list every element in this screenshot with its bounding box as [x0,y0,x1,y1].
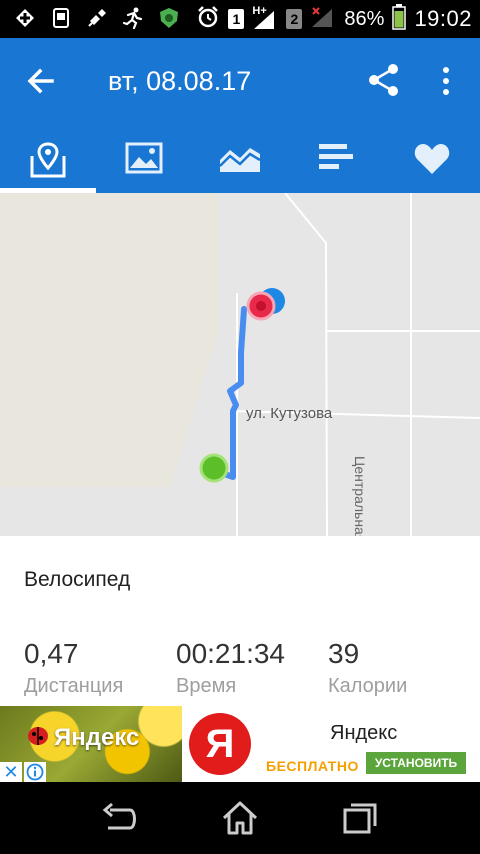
sim1-badge: 1 [228,9,245,29]
distance-label: Дистанция [24,675,124,697]
back-button[interactable] [24,64,58,98]
start-marker [199,453,229,483]
battery-icon [392,3,407,35]
ad-info-icon[interactable] [24,762,46,782]
runner-icon [122,7,144,29]
stat-distance: 0,47 Дистанция [24,636,123,698]
page-title: вт, 08.08.17 [108,66,252,96]
stat-time: 00:21:34 Время [176,636,285,698]
clipboard-icon [50,7,72,29]
nav-back-button[interactable] [100,800,140,836]
sim2-badge: 2 [286,9,303,29]
route-line [213,306,247,480]
time-value: 00:21:34 [176,638,285,669]
ad-install-button[interactable]: УСТАНОВИТЬ [366,752,466,774]
ad-banner[interactable]: Яндекс Я Яндекс БЕСПЛАТНО УСТАНОВИТЬ ✕ [0,706,480,782]
alarm-icon [196,5,220,34]
recents-icon [343,803,377,834]
ladybug-icon [26,724,50,751]
more-options-button[interactable] [434,64,458,98]
calories-value: 39 [328,638,360,669]
yandex-logo[interactable]: Я [182,706,258,782]
stat-calories: 39 Калории [328,636,407,698]
yandex-logo-letter: Я [189,713,251,775]
more-vertical-icon [443,67,449,95]
tab-photos[interactable] [96,136,192,193]
tab-bar [0,136,480,193]
park-area [0,193,218,487]
system-nav-bar [0,782,480,854]
ad-close-icon[interactable]: ✕ [0,762,22,782]
activity-type: Велосипед [24,568,131,591]
distance-value: 0,47 [24,638,79,669]
share-icon [369,64,398,96]
battery-percent: 86% [344,7,385,30]
tab-laps[interactable] [288,136,384,193]
route-map[interactable]: ул. Кутузова Центральная ул. [0,193,480,536]
heart-icon [414,144,450,174]
app-bar: вт, 08.08.17 [0,38,480,193]
satellite-icon [86,7,108,29]
signal-off-icon [310,5,336,34]
nav-home-button[interactable] [220,800,260,836]
share-button[interactable] [366,62,402,98]
shield-icon [158,7,180,29]
time-label: Время [176,675,237,697]
ad-free-label: БЕСПЛАТНО [266,758,359,774]
nav-recents-button[interactable] [340,800,380,836]
home-icon [222,801,258,835]
clock: 19:02 [414,6,472,31]
network-type: H+ [252,5,267,17]
ad-title: Яндекс [330,722,398,744]
image-icon [125,142,163,174]
status-bar: 1 H+ 2 86% 19:02 [0,0,480,38]
add-icon [14,7,36,29]
signal-icon: H+ [252,5,278,31]
chart-icon [219,148,261,172]
back-nav-icon [102,802,136,830]
calories-label: Калории [328,675,408,697]
tab-map[interactable] [0,136,96,193]
tab-heart-rate[interactable] [384,136,480,193]
map-icon [30,142,66,178]
ad-image-text: Яндекс [54,724,140,751]
arrow-left-icon [27,68,54,94]
street-label-kutuzova: ул. Кутузова [246,405,333,422]
bars-icon [319,144,353,169]
street-label-centralnaya: Центральная ул. [352,456,368,536]
tab-charts[interactable] [192,136,288,193]
